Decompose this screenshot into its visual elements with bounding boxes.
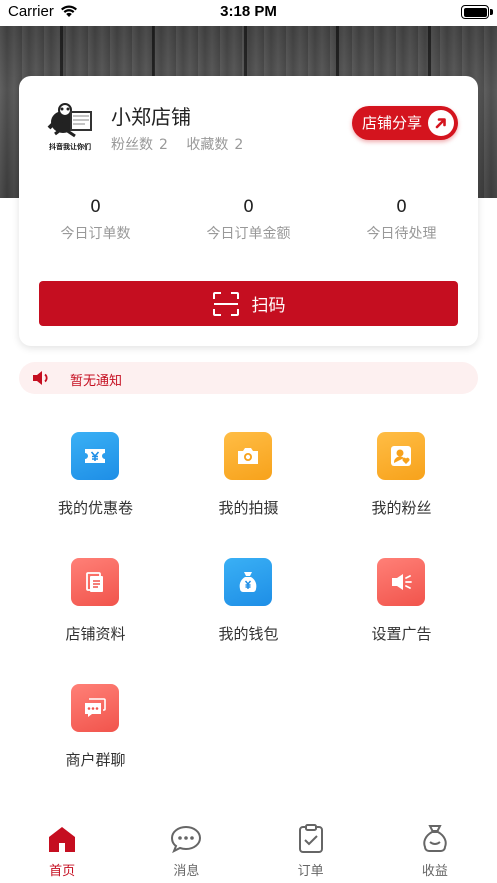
grid-item-label: 我的粉丝 (371, 499, 432, 517)
clock: 3:18 PM (220, 3, 277, 20)
scan-button[interactable]: 扫码 (39, 281, 458, 326)
stat-label: 今日待处理 (366, 226, 437, 242)
grid-item-coupons[interactable]: 我的优惠卷 (19, 410, 172, 536)
today-stats: 0 今日订单数 0 今日订单金额 0 今日待处理 (19, 196, 478, 243)
coupon-icon (71, 432, 119, 480)
store-name: 小郑店铺 (111, 105, 191, 129)
tab-income[interactable]: 收益 (373, 812, 497, 883)
fans-count: 2 (159, 137, 168, 153)
stat-label: 今日订单数 (60, 226, 131, 242)
share-store-button[interactable]: 店铺分享 (352, 106, 458, 140)
income-icon (420, 824, 450, 858)
fans-stat[interactable]: 粉丝数 2 (111, 137, 168, 153)
favorites-label: 收藏数 (186, 137, 229, 153)
store-info-icon (71, 558, 119, 606)
stat-value: 0 (90, 197, 101, 217)
stat-today-orders[interactable]: 0 今日订单数 (19, 196, 172, 243)
status-bar: Carrier 3:18 PM (0, 0, 497, 26)
tab-label: 订单 (297, 864, 324, 879)
stat-today-amount[interactable]: 0 今日订单金额 (172, 196, 325, 243)
grid-item-label: 我的拍摄 (218, 499, 279, 517)
stat-value: 0 (243, 197, 254, 217)
grid-item-fans[interactable]: 我的粉丝 (325, 410, 478, 536)
favorites-stat[interactable]: 收藏数 2 (186, 137, 243, 153)
tab-label: 消息 (173, 864, 200, 879)
grid-item-label: 商户群聊 (65, 751, 126, 769)
advert-icon (377, 558, 425, 606)
tab-label: 首页 (49, 864, 76, 879)
grid-item-label: 设置广告 (371, 625, 432, 643)
camera-icon (224, 432, 272, 480)
grid-item-label: 我的优惠卷 (57, 499, 133, 517)
share-arrow-icon (428, 110, 454, 136)
battery-icon (461, 5, 493, 19)
store-stats: 粉丝数 2 收藏数 2 (111, 134, 257, 154)
stat-label: 今日订单金额 (206, 226, 291, 242)
stat-today-pending[interactable]: 0 今日待处理 (325, 196, 478, 243)
favorites-count: 2 (234, 137, 244, 153)
scan-icon (212, 291, 239, 316)
grid-item-label: 我的钱包 (218, 625, 279, 643)
store-logo[interactable]: 抖音我让你们 (41, 98, 99, 156)
group-chat-icon (71, 684, 119, 732)
store-card: 抖音我让你们 小郑店铺 粉丝数 2 收藏数 2 店铺分享 0 今日订单数 0 今日订… (19, 76, 478, 346)
tab-home[interactable]: 首页 (0, 812, 124, 883)
grid-item-wallet[interactable]: 我的钱包 (172, 536, 325, 662)
fans-icon (377, 432, 425, 480)
speaker-icon (31, 369, 51, 391)
wallet-icon (224, 558, 272, 606)
message-icon (170, 824, 202, 858)
grid-item-group-chat[interactable]: 商户群聊 (19, 662, 172, 788)
fans-label: 粉丝数 (111, 137, 153, 153)
tab-messages[interactable]: 消息 (124, 812, 248, 883)
tab-bar: 首页 消息 订单 收益 (0, 812, 497, 883)
scan-label: 扫码 (251, 296, 286, 316)
grid-item-advert[interactable]: 设置广告 (325, 536, 478, 662)
share-store-label: 店铺分享 (362, 114, 423, 132)
notice-text: 暂无通知 (70, 374, 123, 389)
notice-bar[interactable]: 暂无通知 (19, 362, 478, 394)
home-icon (47, 824, 77, 858)
stat-value: 0 (396, 197, 407, 217)
grid-item-label: 店铺资料 (65, 625, 126, 643)
grid-item-store-info[interactable]: 店铺资料 (19, 536, 172, 662)
grid-item-photos[interactable]: 我的拍摄 (172, 410, 325, 536)
order-icon (297, 824, 325, 858)
tab-label: 收益 (421, 864, 448, 879)
tab-orders[interactable]: 订单 (249, 812, 373, 883)
logo-caption: 抖音我让你们 (49, 143, 91, 151)
